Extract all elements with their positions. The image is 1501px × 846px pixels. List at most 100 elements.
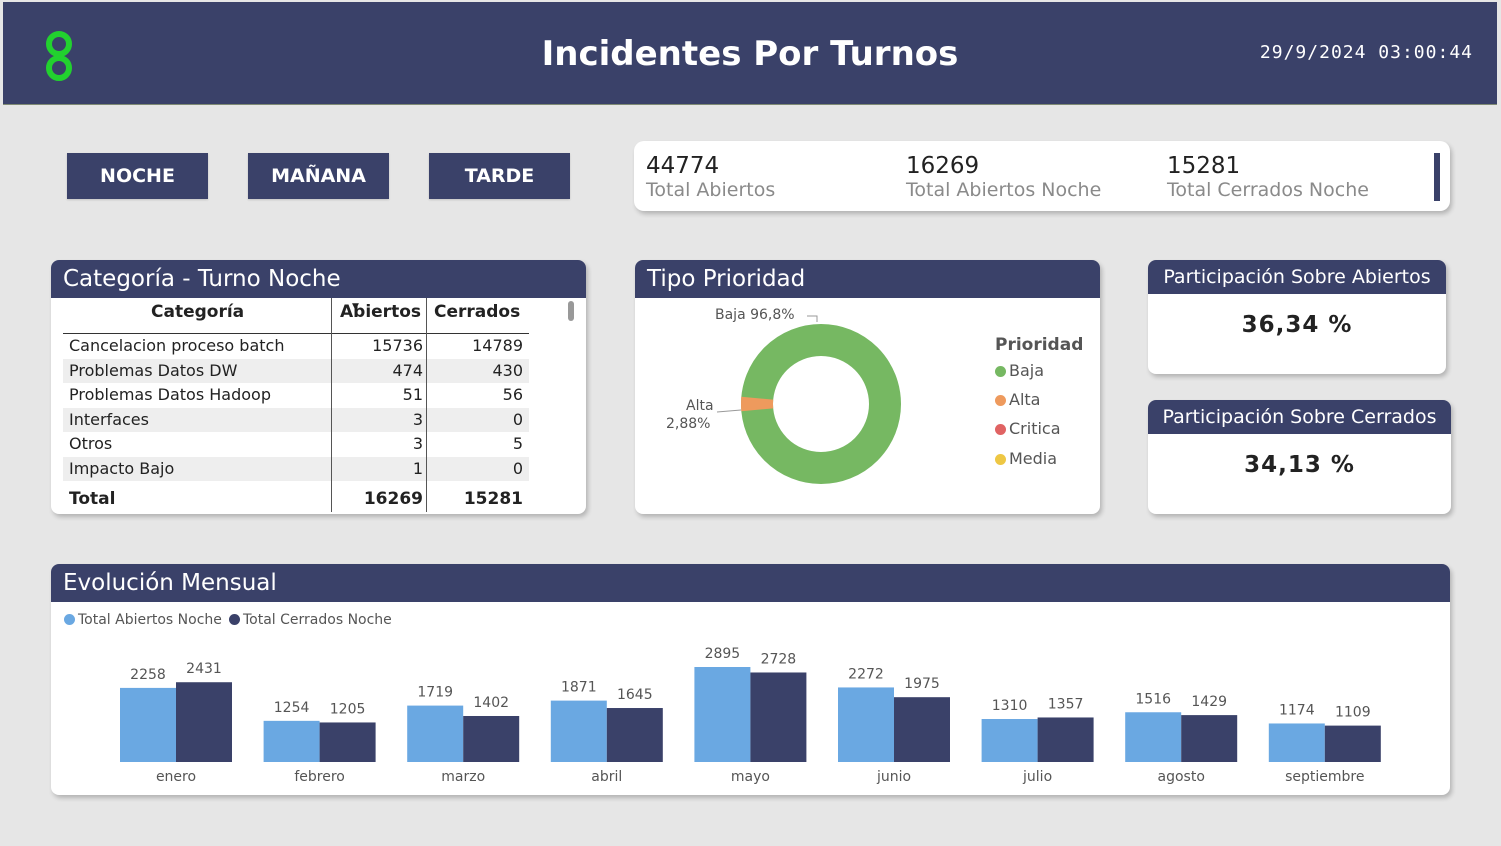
bar-junio-abiertos[interactable]	[838, 687, 894, 762]
x-tick-label: febrero	[294, 769, 345, 785]
bar-marzo-cerrados[interactable]	[463, 715, 520, 762]
bar-abril-cerrados[interactable]	[606, 708, 663, 762]
bar-febrero-abiertos[interactable]	[263, 720, 320, 762]
tarde-button[interactable]: TARDE	[429, 153, 570, 199]
priority-card: Tipo Prioridad Baja 96,8% Alta 2,88% Pri…	[635, 260, 1100, 514]
bar-febrero-cerrados[interactable]	[319, 722, 376, 762]
datetime-display: 29/9/2024 03:00:44	[1259, 42, 1473, 63]
table-scrollbar[interactable]	[568, 301, 574, 321]
x-tick-label: agosto	[1158, 769, 1205, 785]
cell-categoria: Problemas Datos DW	[69, 360, 238, 380]
table-row[interactable]: Otros 3 5	[63, 432, 529, 457]
kpi-value: 15281	[1167, 153, 1241, 179]
legend-label: Alta	[1009, 390, 1041, 409]
column-header-cerrados[interactable]: Cerrados	[434, 302, 520, 322]
cell-abiertos: 474	[392, 360, 423, 380]
cell-abiertos: 15736	[372, 336, 423, 355]
kpi-total-abiertos-noche: 16269 Total Abiertos Noche	[906, 153, 1101, 201]
bar-agosto-cerrados[interactable]	[1181, 715, 1238, 762]
bar-abril-abiertos[interactable]	[550, 700, 607, 762]
table-row[interactable]: Cancelacion proceso batch 15736 14789	[63, 334, 529, 359]
app-header: Incidentes Por Turnos 29/9/2024 03:00:44	[3, 2, 1497, 105]
data-label: 1402	[473, 695, 509, 711]
bar-septiembre-cerrados[interactable]	[1324, 725, 1381, 762]
table-row[interactable]: Impacto Bajo 1 0	[63, 456, 529, 481]
monthly-bar-chart: 2258 2431 enero 1254 1205 febrero 1719 1402 marz…	[120, 646, 1381, 785]
bar-junio-cerrados[interactable]	[894, 697, 950, 762]
participation-cerrados-card: Participación Sobre Cerrados 34,13 %	[1148, 400, 1451, 514]
bar-mayo-abiertos[interactable]	[694, 667, 751, 762]
bar-agosto-abiertos[interactable]	[1125, 712, 1182, 762]
data-label: 2272	[848, 666, 884, 682]
total-cerrados: 15281	[463, 489, 523, 509]
cell-categoria: Impacto Bajo	[69, 458, 175, 478]
cell-categoria: Cancelacion proceso batch	[69, 336, 285, 355]
bar-enero-cerrados[interactable]	[176, 682, 232, 762]
cell-categoria: Interfaces	[69, 409, 149, 429]
table-row[interactable]: Problemas Datos Hadoop 51 56	[63, 383, 529, 408]
manana-button[interactable]: MAÑANA	[248, 153, 389, 199]
legend-item-media[interactable]: Media	[995, 449, 1057, 468]
column-header-categoria[interactable]: Categoría	[151, 302, 244, 322]
kpi-label: Total Abiertos Noche	[906, 179, 1102, 201]
table-total-row: Total 16269 15281	[63, 486, 529, 512]
data-label: 1109	[1335, 705, 1371, 721]
cell-cerrados: 56	[502, 385, 523, 404]
bar-enero-abiertos[interactable]	[120, 687, 176, 762]
cell-abiertos: 3	[412, 434, 423, 453]
legend-dot-icon	[995, 454, 1006, 465]
data-label: 1174	[1279, 702, 1315, 718]
participation-value: 34,13 %	[1244, 452, 1355, 478]
bar-septiembre-abiertos[interactable]	[1268, 723, 1325, 762]
data-label: 2895	[705, 646, 741, 662]
kpi-total-abiertos: 44774 Total Abiertos	[646, 153, 775, 201]
monthly-chart-card: Evolución Mensual Total Abiertos Noche T…	[51, 564, 1450, 795]
legend-label: Media	[1009, 449, 1058, 468]
kpi-label: Total Cerrados Noche	[1167, 179, 1369, 201]
kpi-total-cerrados-noche: 15281 Total Cerrados Noche	[1167, 153, 1369, 201]
data-label: 2431	[186, 661, 222, 677]
noche-button[interactable]: NOCHE	[67, 153, 208, 199]
legend-title: Prioridad	[995, 335, 1084, 355]
cell-cerrados: 0	[512, 458, 523, 478]
category-card: Categoría - Turno Noche Categoría Abiert…	[51, 260, 586, 514]
data-label: 2728	[761, 651, 797, 667]
participation-title: Participación Sobre Cerrados	[1148, 400, 1451, 434]
table-row[interactable]: Problemas Datos DW 474 430	[63, 358, 529, 383]
cell-cerrados: 0	[512, 409, 523, 429]
bar-marzo-abiertos[interactable]	[407, 705, 464, 762]
total-abiertos: 16269	[363, 489, 423, 509]
legend-label: Baja	[1009, 361, 1045, 380]
donut-label-alta: Alta	[686, 398, 714, 414]
table-row[interactable]: Interfaces 3 0	[63, 407, 529, 432]
bar-julio-cerrados[interactable]	[1037, 717, 1094, 762]
legend-item-alta[interactable]: Alta	[995, 390, 1040, 409]
x-tick-label: mayo	[731, 769, 770, 785]
legend-dot-icon	[995, 395, 1006, 406]
cell-categoria: Otros	[69, 434, 113, 453]
sort-desc-icon: ▼	[352, 302, 359, 312]
x-tick-label: marzo	[441, 769, 485, 785]
kpi-scroll-indicator	[1434, 153, 1440, 201]
data-label: 1645	[617, 687, 653, 703]
bar-julio-abiertos[interactable]	[981, 719, 1038, 762]
cell-cerrados: 430	[492, 360, 523, 380]
legend-item-critica[interactable]: Critica	[995, 419, 1061, 438]
legend-dot-icon	[995, 424, 1006, 435]
cell-abiertos: 3	[412, 409, 423, 429]
column-divider	[426, 298, 427, 512]
kpi-value: 16269	[906, 153, 980, 179]
kpi-card: 44774 Total Abiertos 16269 Total Abierto…	[634, 141, 1450, 211]
data-label: 1975	[904, 676, 940, 692]
cell-cerrados: 5	[512, 434, 523, 453]
cell-abiertos: 1	[412, 458, 423, 478]
label-leader-line	[807, 315, 818, 322]
data-label: 1205	[330, 701, 366, 717]
participation-title: Participación Sobre Abiertos	[1148, 260, 1446, 294]
legend-item-baja[interactable]: Baja	[995, 361, 1044, 380]
donut-slice-baja[interactable]	[741, 324, 901, 484]
total-label: Total	[69, 489, 116, 509]
data-label: 1429	[1191, 694, 1227, 710]
bar-mayo-cerrados[interactable]	[750, 672, 807, 762]
category-title: Categoría - Turno Noche	[51, 260, 586, 298]
